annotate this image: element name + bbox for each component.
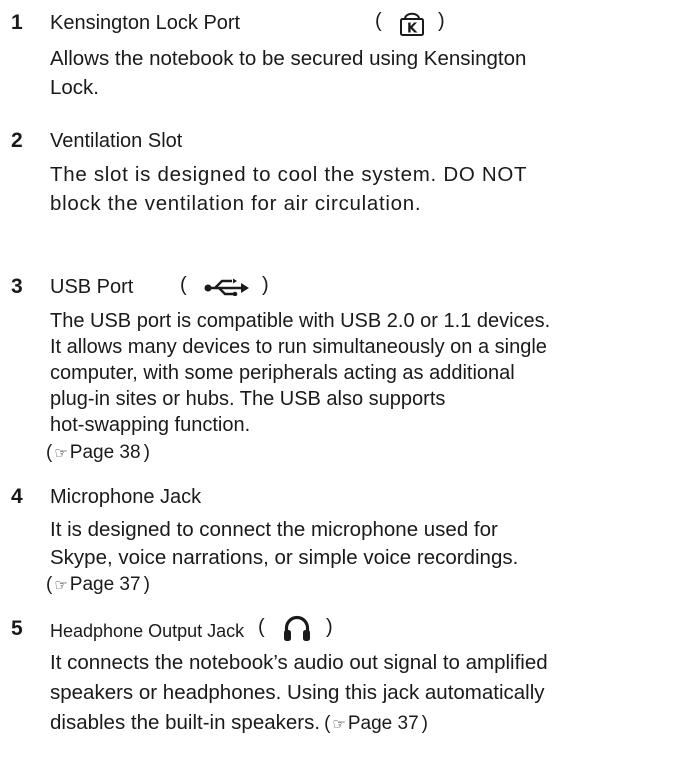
- list-item-ventilation-slot: 2 Ventilation Slot The slot is designed …: [0, 124, 680, 215]
- item-number: 1: [11, 11, 23, 34]
- item-number: 5: [11, 617, 23, 640]
- item-number: 3: [11, 275, 23, 298]
- page-reference: (☞ Page 37): [324, 713, 428, 734]
- paren-open: (: [180, 274, 187, 296]
- page-reference: (☞ Page 38): [46, 442, 150, 463]
- pointing-hand-icon: ☞: [332, 716, 346, 733]
- kensington-lock-icon: K: [398, 10, 426, 41]
- paren-open: (: [375, 10, 382, 32]
- paren-close: ): [438, 10, 445, 32]
- item-title: Headphone Output Jack: [50, 621, 245, 641]
- list-item-headphone-jack: 5 Headphone Output Jack ( ) It connects …: [0, 612, 680, 734]
- paren-close: ): [326, 616, 333, 638]
- item-number: 2: [11, 129, 23, 152]
- item-number: 4: [11, 485, 23, 508]
- item-description: The slot is designed to cool the system.…: [50, 163, 528, 215]
- paren-close: ): [262, 274, 269, 296]
- item-description: Allows the notebook to be secured using …: [50, 47, 527, 99]
- usb-icon: [204, 278, 250, 301]
- headphone-icon: [282, 614, 312, 647]
- list-item-kensington-lock: 1 Kensington Lock Port ( K ) Allows the …: [0, 6, 680, 99]
- pointing-hand-icon: ☞: [54, 577, 68, 594]
- pointing-hand-icon: ☞: [54, 445, 68, 462]
- svg-text:K: K: [407, 22, 418, 37]
- item-title: Ventilation Slot: [50, 130, 183, 152]
- item-description: It is designed to connect the microphone…: [50, 518, 519, 569]
- item-description: It connects the notebook’s audio out sig…: [50, 651, 548, 734]
- list-item-usb-port: 3 USB Port ( ) The USB port is compatibl…: [0, 270, 680, 463]
- item-title: Microphone Jack: [50, 486, 202, 508]
- page-ref-link[interactable]: Page 37: [70, 574, 141, 595]
- item-title: Kensington Lock Port: [50, 12, 241, 34]
- page-ref-link[interactable]: Page 37: [348, 713, 419, 734]
- page-reference: (☞ Page 37): [46, 574, 150, 595]
- item-title: USB Port: [50, 276, 134, 298]
- paren-open: (: [258, 616, 265, 638]
- item-description: The USB port is compatible with USB 2.0 …: [50, 310, 551, 436]
- page-ref-link[interactable]: Page 38: [70, 442, 141, 463]
- list-item-microphone-jack: 4 Microphone Jack It is designed to conn…: [0, 480, 680, 595]
